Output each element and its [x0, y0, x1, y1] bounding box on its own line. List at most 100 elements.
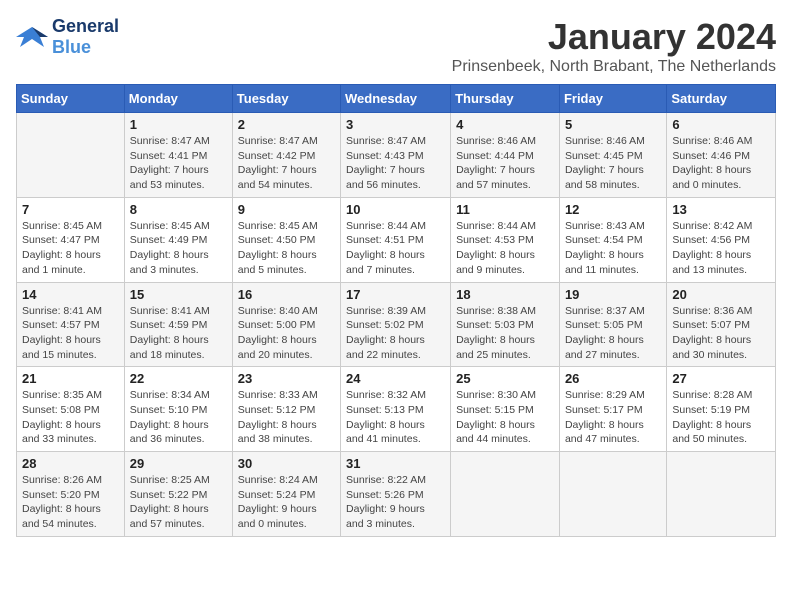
day-number: 19 — [565, 287, 661, 302]
day-number: 17 — [346, 287, 445, 302]
day-number: 4 — [456, 117, 554, 132]
calendar-cell: 7 Sunrise: 8:45 AM Sunset: 4:47 PM Daylig… — [17, 197, 125, 282]
calendar-body: 1 Sunrise: 8:47 AM Sunset: 4:41 PM Daylig… — [17, 113, 776, 537]
day-detail: Sunrise: 8:46 AM Sunset: 4:44 PM Dayligh… — [456, 134, 554, 193]
day-number: 7 — [22, 202, 119, 217]
logo: General Blue — [16, 16, 119, 58]
day-number: 24 — [346, 371, 445, 386]
calendar-header: SundayMondayTuesdayWednesdayThursdayFrid… — [17, 85, 776, 113]
day-number: 21 — [22, 371, 119, 386]
calendar-week-row: 1 Sunrise: 8:47 AM Sunset: 4:41 PM Daylig… — [17, 113, 776, 198]
day-detail: Sunrise: 8:33 AM Sunset: 5:12 PM Dayligh… — [238, 388, 335, 447]
day-detail: Sunrise: 8:47 AM Sunset: 4:42 PM Dayligh… — [238, 134, 335, 193]
day-number: 25 — [456, 371, 554, 386]
weekday-header-saturday: Saturday — [667, 85, 776, 113]
day-detail: Sunrise: 8:29 AM Sunset: 5:17 PM Dayligh… — [565, 388, 661, 447]
calendar-cell: 12Sunrise: 8:43 AM Sunset: 4:54 PM Dayli… — [559, 197, 666, 282]
page-subtitle: Prinsenbeek, North Brabant, The Netherla… — [452, 58, 776, 76]
calendar-cell — [17, 113, 125, 198]
weekday-header-monday: Monday — [124, 85, 232, 113]
day-number: 11 — [456, 202, 554, 217]
day-detail: Sunrise: 8:25 AM Sunset: 5:22 PM Dayligh… — [130, 473, 227, 532]
calendar-cell: 23 Sunrise: 8:33 AM Sunset: 5:12 PM Dayli… — [232, 367, 340, 452]
day-detail: Sunrise: 8:37 AM Sunset: 5:05 PM Dayligh… — [565, 304, 661, 363]
calendar-cell: 20 Sunrise: 8:36 AM Sunset: 5:07 PM Dayli… — [667, 282, 776, 367]
day-detail: Sunrise: 8:24 AM Sunset: 5:24 PM Dayligh… — [238, 473, 335, 532]
calendar-week-row: 28 Sunrise: 8:26 AM Sunset: 5:20 PM Dayli… — [17, 452, 776, 537]
day-number: 15 — [130, 287, 227, 302]
day-detail: Sunrise: 8:45 AM Sunset: 4:47 PM Dayligh… — [22, 219, 119, 278]
calendar-cell: 3Sunrise: 8:47 AM Sunset: 4:43 PM Daylig… — [341, 113, 451, 198]
calendar-week-row: 21 Sunrise: 8:35 AM Sunset: 5:08 PM Dayli… — [17, 367, 776, 452]
logo-text: General Blue — [52, 16, 119, 58]
calendar-cell: 21 Sunrise: 8:35 AM Sunset: 5:08 PM Dayli… — [17, 367, 125, 452]
day-detail: Sunrise: 8:39 AM Sunset: 5:02 PM Dayligh… — [346, 304, 445, 363]
day-number: 5 — [565, 117, 661, 132]
calendar-cell: 28 Sunrise: 8:26 AM Sunset: 5:20 PM Dayli… — [17, 452, 125, 537]
day-detail: Sunrise: 8:42 AM Sunset: 4:56 PM Dayligh… — [672, 219, 770, 278]
calendar-cell — [451, 452, 560, 537]
day-number: 30 — [238, 456, 335, 471]
day-detail: Sunrise: 8:41 AM Sunset: 4:57 PM Dayligh… — [22, 304, 119, 363]
day-number: 13 — [672, 202, 770, 217]
day-number: 22 — [130, 371, 227, 386]
calendar-cell: 26Sunrise: 8:29 AM Sunset: 5:17 PM Dayli… — [559, 367, 666, 452]
day-detail: Sunrise: 8:46 AM Sunset: 4:46 PM Dayligh… — [672, 134, 770, 193]
day-number: 18 — [456, 287, 554, 302]
day-number: 28 — [22, 456, 119, 471]
calendar-cell: 1 Sunrise: 8:47 AM Sunset: 4:41 PM Daylig… — [124, 113, 232, 198]
day-detail: Sunrise: 8:35 AM Sunset: 5:08 PM Dayligh… — [22, 388, 119, 447]
day-number: 3 — [346, 117, 445, 132]
day-detail: Sunrise: 8:47 AM Sunset: 4:41 PM Dayligh… — [130, 134, 227, 193]
day-detail: Sunrise: 8:22 AM Sunset: 5:26 PM Dayligh… — [346, 473, 445, 532]
day-number: 1 — [130, 117, 227, 132]
day-detail: Sunrise: 8:40 AM Sunset: 5:00 PM Dayligh… — [238, 304, 335, 363]
calendar-cell: 25Sunrise: 8:30 AM Sunset: 5:15 PM Dayli… — [451, 367, 560, 452]
day-number: 2 — [238, 117, 335, 132]
weekday-header-tuesday: Tuesday — [232, 85, 340, 113]
day-number: 23 — [238, 371, 335, 386]
day-number: 9 — [238, 202, 335, 217]
day-number: 20 — [672, 287, 770, 302]
weekday-header-row: SundayMondayTuesdayWednesdayThursdayFrid… — [17, 85, 776, 113]
day-number: 16 — [238, 287, 335, 302]
day-number: 8 — [130, 202, 227, 217]
day-number: 6 — [672, 117, 770, 132]
calendar-cell: 19 Sunrise: 8:37 AM Sunset: 5:05 PM Dayli… — [559, 282, 666, 367]
day-number: 27 — [672, 371, 770, 386]
weekday-header-sunday: Sunday — [17, 85, 125, 113]
day-detail: Sunrise: 8:34 AM Sunset: 5:10 PM Dayligh… — [130, 388, 227, 447]
day-detail: Sunrise: 8:46 AM Sunset: 4:45 PM Dayligh… — [565, 134, 661, 193]
day-detail: Sunrise: 8:32 AM Sunset: 5:13 PM Dayligh… — [346, 388, 445, 447]
day-detail: Sunrise: 8:44 AM Sunset: 4:53 PM Dayligh… — [456, 219, 554, 278]
calendar-table: SundayMondayTuesdayWednesdayThursdayFrid… — [16, 84, 776, 537]
calendar-cell: 9 Sunrise: 8:45 AM Sunset: 4:50 PM Daylig… — [232, 197, 340, 282]
header: General Blue January 2024 Prinsenbeek, N… — [16, 16, 776, 76]
day-detail: Sunrise: 8:45 AM Sunset: 4:50 PM Dayligh… — [238, 219, 335, 278]
day-detail: Sunrise: 8:26 AM Sunset: 5:20 PM Dayligh… — [22, 473, 119, 532]
title-area: January 2024 Prinsenbeek, North Brabant,… — [452, 16, 776, 76]
logo-icon — [16, 23, 48, 51]
calendar-cell: 18 Sunrise: 8:38 AM Sunset: 5:03 PM Dayli… — [451, 282, 560, 367]
day-detail: Sunrise: 8:36 AM Sunset: 5:07 PM Dayligh… — [672, 304, 770, 363]
weekday-header-friday: Friday — [559, 85, 666, 113]
calendar-cell: 11 Sunrise: 8:44 AM Sunset: 4:53 PM Dayli… — [451, 197, 560, 282]
calendar-cell — [559, 452, 666, 537]
day-number: 29 — [130, 456, 227, 471]
calendar-cell: 30 Sunrise: 8:24 AM Sunset: 5:24 PM Dayli… — [232, 452, 340, 537]
calendar-cell: 17 Sunrise: 8:39 AM Sunset: 5:02 PM Dayli… — [341, 282, 451, 367]
calendar-cell: 15Sunrise: 8:41 AM Sunset: 4:59 PM Dayli… — [124, 282, 232, 367]
calendar-cell: 4 Sunrise: 8:46 AM Sunset: 4:44 PM Daylig… — [451, 113, 560, 198]
calendar-cell: 22 Sunrise: 8:34 AM Sunset: 5:10 PM Dayli… — [124, 367, 232, 452]
calendar-cell: 13 Sunrise: 8:42 AM Sunset: 4:56 PM Dayli… — [667, 197, 776, 282]
calendar-cell: 2 Sunrise: 8:47 AM Sunset: 4:42 PM Daylig… — [232, 113, 340, 198]
calendar-cell: 5 Sunrise: 8:46 AM Sunset: 4:45 PM Daylig… — [559, 113, 666, 198]
day-number: 10 — [346, 202, 445, 217]
day-detail: Sunrise: 8:38 AM Sunset: 5:03 PM Dayligh… — [456, 304, 554, 363]
day-detail: Sunrise: 8:43 AM Sunset: 4:54 PM Dayligh… — [565, 219, 661, 278]
calendar-cell: 8Sunrise: 8:45 AM Sunset: 4:49 PM Daylig… — [124, 197, 232, 282]
calendar-cell — [667, 452, 776, 537]
calendar-cell: 6 Sunrise: 8:46 AM Sunset: 4:46 PM Daylig… — [667, 113, 776, 198]
calendar-cell: 29 Sunrise: 8:25 AM Sunset: 5:22 PM Dayli… — [124, 452, 232, 537]
calendar-week-row: 14Sunrise: 8:41 AM Sunset: 4:57 PM Dayli… — [17, 282, 776, 367]
